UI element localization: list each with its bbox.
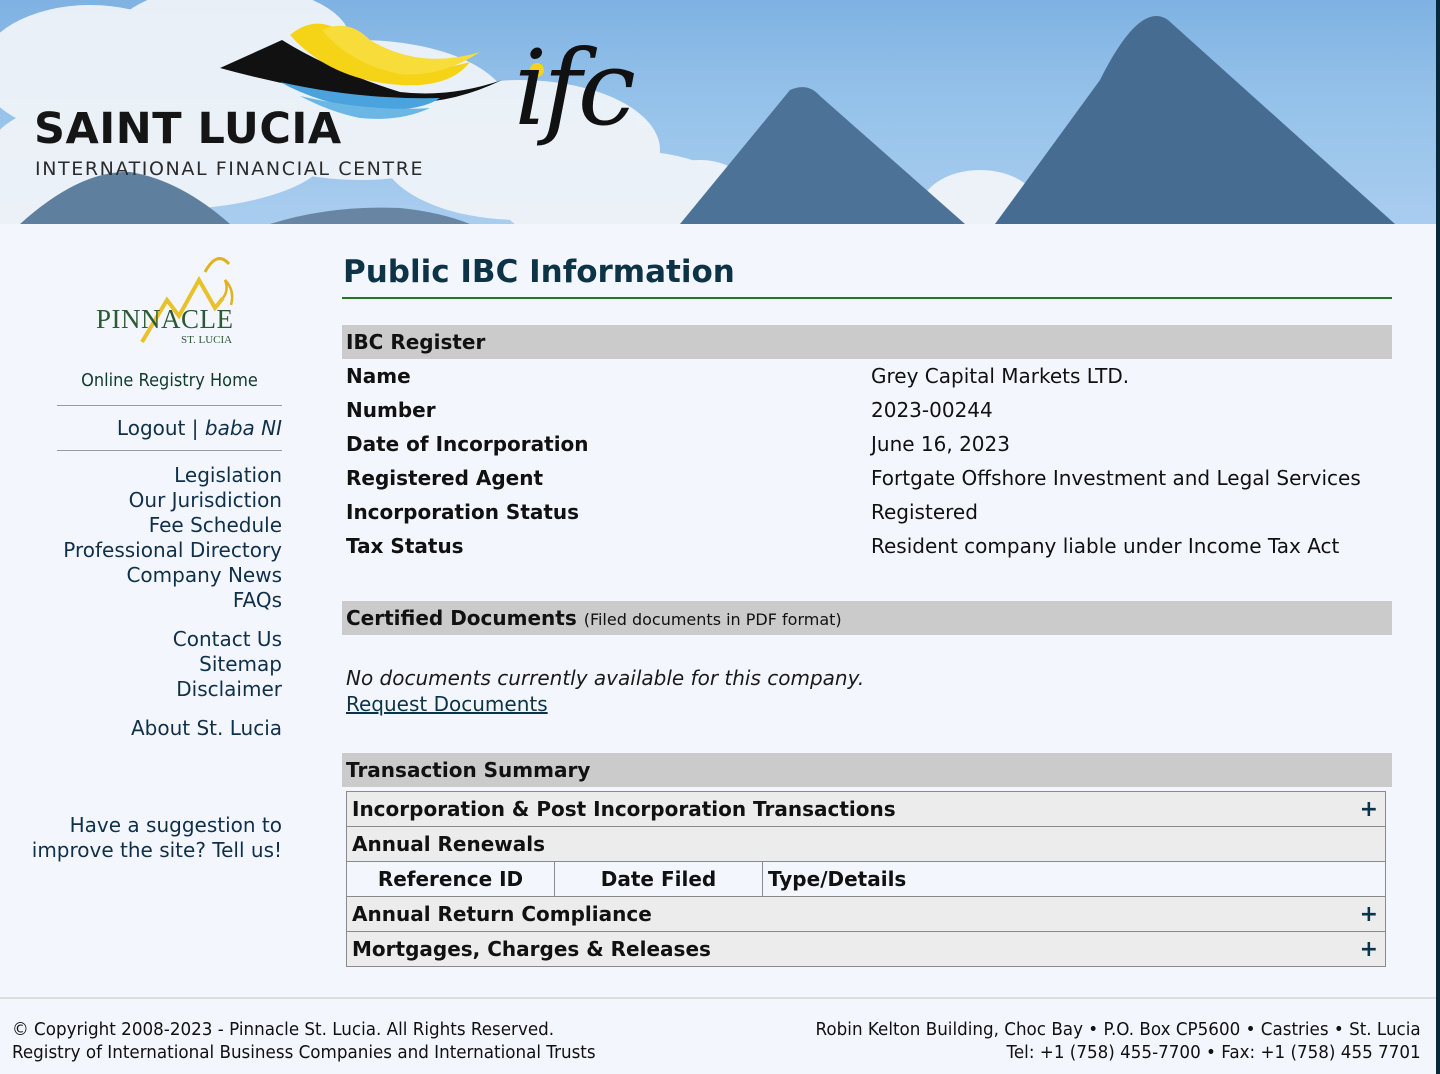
ifc-logo: ifc bbox=[514, 27, 636, 149]
hill-mid-graphic bbox=[270, 207, 470, 224]
nav-fee-schedule[interactable]: Fee Schedule bbox=[57, 513, 282, 538]
pinnacle-subtitle: ST. LUCIA bbox=[181, 334, 233, 346]
annual-renewals-row: Annual Renewals bbox=[346, 826, 1386, 862]
field-label: Tax Status bbox=[346, 534, 464, 558]
field-label: Registered Agent bbox=[346, 466, 544, 490]
ibc-register-heading: IBC Register bbox=[342, 325, 1392, 359]
username: baba NI bbox=[204, 416, 282, 440]
expand-plus-icon[interactable]: + bbox=[1360, 797, 1378, 822]
pinnacle-wordmark: PINNACLE bbox=[96, 304, 234, 334]
company-name-value: Grey Capital Markets LTD. bbox=[871, 364, 1130, 388]
table-row: Registered Agent Fortgate Offshore Inves… bbox=[342, 461, 1392, 495]
table-row: Incorporation Status Registered bbox=[342, 495, 1392, 529]
expand-plus-icon[interactable]: + bbox=[1360, 937, 1378, 962]
nav-tertiary: About St. Lucia bbox=[57, 716, 282, 741]
incorporation-transactions-label: Incorporation & Post Incorporation Trans… bbox=[352, 796, 896, 821]
request-documents-link[interactable]: Request Documents bbox=[342, 691, 548, 717]
annual-return-compliance-row[interactable]: Annual Return Compliance + bbox=[346, 896, 1386, 932]
field-label: Incorporation Status bbox=[346, 500, 580, 524]
transaction-summary-table: Incorporation & Post Incorporation Trans… bbox=[346, 791, 1386, 967]
registry-text: Registry of International Business Compa… bbox=[12, 1042, 596, 1063]
certified-documents-title: Certified Documents bbox=[346, 606, 577, 630]
piton-large-graphic bbox=[995, 16, 1395, 224]
annual-return-compliance-label: Annual Return Compliance bbox=[352, 901, 652, 926]
column-header-reference-id: Reference ID bbox=[346, 861, 555, 897]
nav-professional-directory[interactable]: Professional Directory bbox=[57, 538, 282, 563]
annual-renewals-label: Annual Renewals bbox=[352, 832, 546, 856]
sidebar-divider bbox=[57, 450, 282, 451]
column-header-type-details: Type/Details bbox=[762, 861, 1386, 897]
table-row: Number 2023-00244 bbox=[342, 393, 1392, 427]
nav-legislation[interactable]: Legislation bbox=[57, 463, 282, 488]
suggestion-link[interactable]: Have a suggestion to improve the site? T… bbox=[22, 813, 282, 863]
field-label: Date of Incorporation bbox=[346, 432, 589, 456]
nav-sitemap[interactable]: Sitemap bbox=[57, 652, 282, 677]
company-number-value: 2023-00244 bbox=[871, 398, 993, 422]
field-label: Name bbox=[346, 364, 411, 388]
title-divider bbox=[342, 297, 1392, 299]
incorporation-status-value: Registered bbox=[871, 500, 978, 524]
header-banner: SAINT LUCIA INTERNATIONAL FINANCIAL CENT… bbox=[0, 0, 1436, 224]
nav-contact-us[interactable]: Contact Us bbox=[57, 627, 282, 652]
piton-small-graphic bbox=[680, 87, 965, 224]
window-edge bbox=[1436, 0, 1440, 1074]
incorporation-date-value: June 16, 2023 bbox=[871, 432, 1010, 456]
footer-right: Robin Kelton Building, Choc Bay • P.O. B… bbox=[816, 1018, 1421, 1064]
mortgages-charges-row[interactable]: Mortgages, Charges & Releases + bbox=[346, 931, 1386, 967]
logout-link[interactable]: Logout bbox=[117, 416, 185, 440]
ibc-register-table: Name Grey Capital Markets LTD. Number 20… bbox=[342, 359, 1392, 563]
address-text: Robin Kelton Building, Choc Bay • P.O. B… bbox=[815, 1019, 1421, 1040]
page-title: Public IBC Information bbox=[343, 254, 735, 290]
nav-about-st-lucia[interactable]: About St. Lucia bbox=[57, 716, 282, 741]
nav-primary: Legislation Our Jurisdiction Fee Schedul… bbox=[57, 463, 282, 613]
tax-status-value: Resident company liable under Income Tax… bbox=[871, 534, 1340, 558]
user-bar: Logout | baba NI bbox=[57, 416, 282, 440]
no-documents-message: No documents currently available for thi… bbox=[346, 666, 865, 690]
brand-subtitle: INTERNATIONAL FINANCIAL CENTRE bbox=[35, 158, 425, 180]
copyright-text: © Copyright 2008-2023 - Pinnacle St. Luc… bbox=[12, 1019, 555, 1040]
pinnacle-mountain-icon bbox=[140, 257, 234, 344]
nav-faqs[interactable]: FAQs bbox=[57, 588, 282, 613]
contact-text: Tel: +1 (758) 455-7700 • Fax: +1 (758) 4… bbox=[1006, 1042, 1421, 1063]
certified-documents-heading: Certified Documents (Filed documents in … bbox=[342, 601, 1392, 635]
certified-documents-note: (Filed documents in PDF format) bbox=[583, 610, 842, 629]
registered-agent-value: Fortgate Offshore Investment and Legal S… bbox=[871, 466, 1361, 490]
mortgages-charges-label: Mortgages, Charges & Releases bbox=[352, 936, 711, 961]
table-row: Tax Status Resident company liable under… bbox=[342, 529, 1392, 563]
nav-our-jurisdiction[interactable]: Our Jurisdiction bbox=[57, 488, 282, 513]
user-separator: | bbox=[191, 416, 199, 440]
footer-left: © Copyright 2008-2023 - Pinnacle St. Luc… bbox=[12, 1018, 596, 1064]
table-row: Date of Incorporation June 16, 2023 bbox=[342, 427, 1392, 461]
field-label: Number bbox=[346, 398, 436, 422]
main-content: Public IBC Information IBC Register Name… bbox=[342, 250, 1392, 967]
footer-divider bbox=[0, 997, 1436, 999]
sidebar: PINNACLE ST. LUCIA Online Registry Home … bbox=[32, 250, 282, 863]
table-row: Name Grey Capital Markets LTD. bbox=[342, 359, 1392, 393]
nav-secondary: Contact Us Sitemap Disclaimer bbox=[57, 627, 282, 702]
registry-home-link[interactable]: Online Registry Home bbox=[68, 370, 271, 391]
incorporation-transactions-row[interactable]: Incorporation & Post Incorporation Trans… bbox=[346, 791, 1386, 827]
nav-company-news[interactable]: Company News bbox=[57, 563, 282, 588]
pinnacle-logo[interactable]: PINNACLE ST. LUCIA bbox=[57, 250, 282, 350]
brand-title: SAINT LUCIA bbox=[34, 104, 342, 154]
nav-disclaimer[interactable]: Disclaimer bbox=[57, 677, 282, 702]
sidebar-divider bbox=[57, 405, 282, 406]
expand-plus-icon[interactable]: + bbox=[1360, 902, 1378, 927]
renewals-column-header-row: Reference ID Date Filed Type/Details bbox=[346, 861, 1386, 897]
column-header-date-filed: Date Filed bbox=[554, 861, 763, 897]
transaction-summary-heading: Transaction Summary bbox=[342, 753, 1392, 787]
